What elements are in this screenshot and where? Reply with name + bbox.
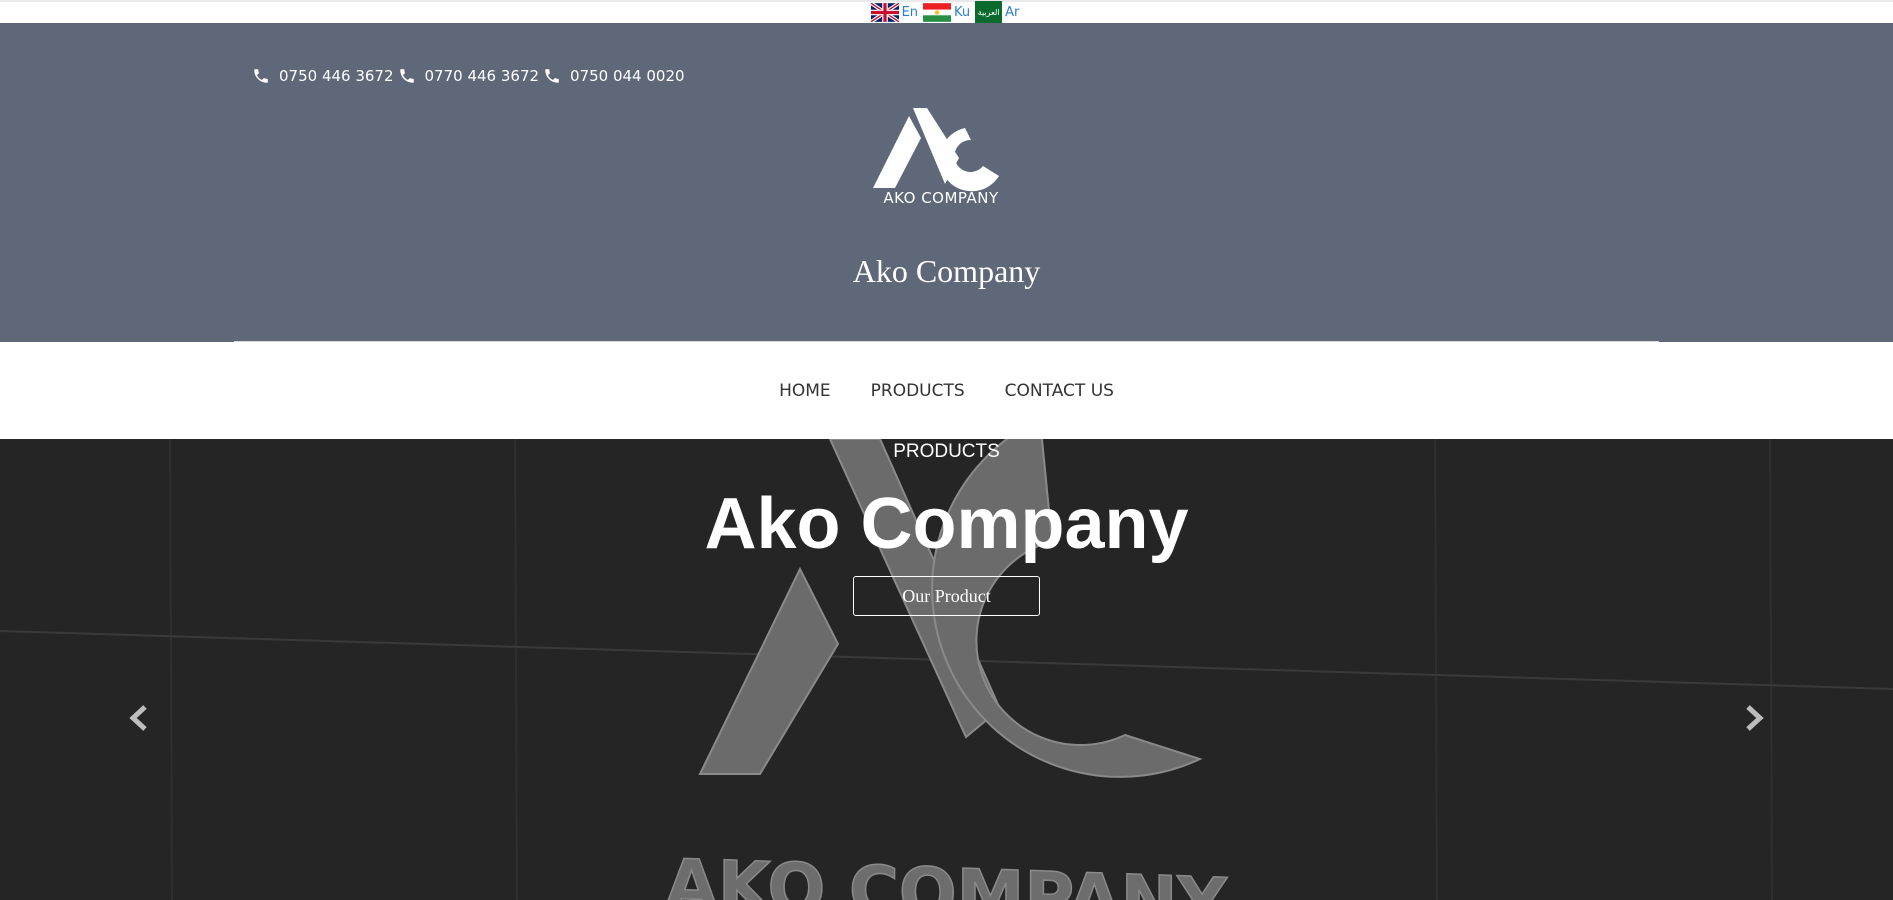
language-ku[interactable]: Ku (923, 3, 973, 22)
nav-item-contact-us[interactable]: CONTACT US (1005, 381, 1114, 401)
phone-item[interactable]: 0770 446 3672 (398, 67, 540, 85)
phone-icon (254, 69, 268, 83)
uk-flag-icon (870, 3, 899, 22)
phone-list: 0750 446 3672 0770 446 3672 0750 044 002… (252, 67, 689, 85)
language-bar: En Ku العربية Ar (0, 0, 1893, 24)
nav-item-home[interactable]: HOME (779, 381, 831, 401)
our-product-button[interactable]: Our Product (853, 576, 1040, 616)
logo-text: AKO COMPANY (883, 189, 999, 207)
hero-title: Ako Company (704, 484, 1189, 564)
language-label: Ku (954, 5, 971, 20)
language-label: Ar (1005, 5, 1020, 20)
hero-kicker: PRODUCTS (893, 441, 1000, 462)
kurdistan-flag-icon (923, 3, 952, 22)
nav-item-products[interactable]: PRODUCTS (871, 381, 965, 401)
phone-number: 0770 446 3672 (424, 67, 540, 85)
site-title: Ako Company (852, 253, 1041, 289)
phone-icon (399, 69, 414, 83)
language-en[interactable]: En (870, 3, 921, 22)
language-ar[interactable]: العربية Ar (975, 1, 1022, 24)
arabic-flag-icon: العربية (975, 1, 1003, 24)
chevron-right-icon[interactable] (1742, 703, 1766, 733)
phone-number: 0750 446 3672 (279, 67, 394, 85)
phone-number: 0750 044 0020 (570, 67, 685, 85)
chevron-left-icon[interactable] (127, 703, 151, 733)
main-nav: HOME PRODUCTS CONTACT US (0, 342, 1893, 439)
hero-carousel: AKO COMPANY PRODUCTS Ako Company Our Pro… (0, 439, 1893, 900)
phone-icon (545, 69, 559, 83)
phone-item[interactable]: 0750 446 3672 (252, 67, 394, 85)
site-header: 0750 446 3672 0770 446 3672 0750 044 002… (0, 23, 1893, 342)
language-label: En (901, 5, 919, 20)
phone-item[interactable]: 0750 044 0020 (543, 67, 685, 85)
